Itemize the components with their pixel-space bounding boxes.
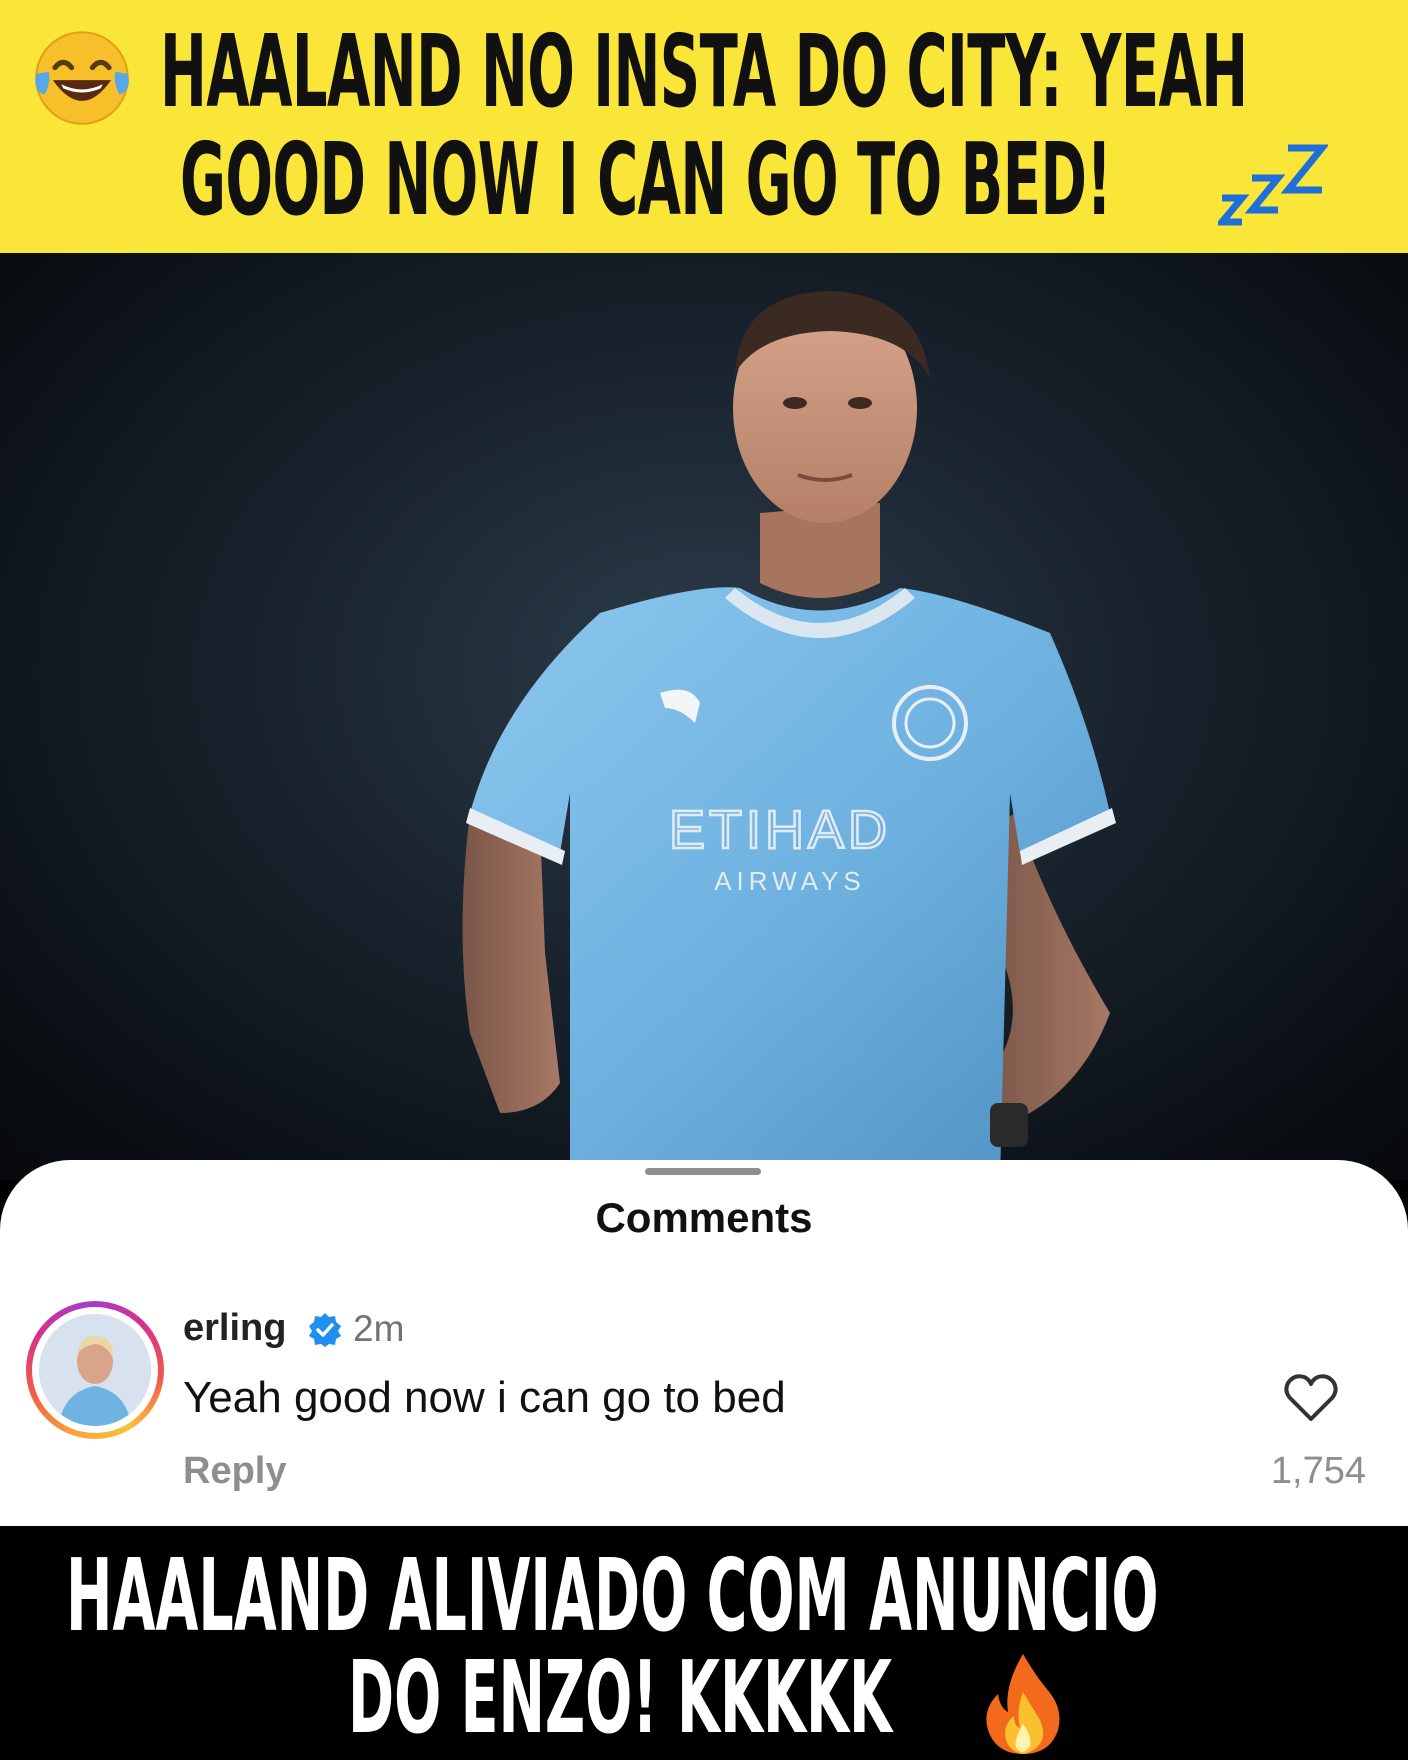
comment-text: Yeah good now i can go to bed (183, 1373, 786, 1422)
caption-line-1: HAALAND ALIVIADO COM ANUNCIO (66, 1537, 1159, 1654)
caption-line-2: DO ENZO! KKKKK (348, 1639, 893, 1756)
avatar (39, 1314, 151, 1426)
laughing-tears-emoji-icon (35, 31, 129, 125)
reply-button[interactable]: Reply (183, 1450, 286, 1493)
headline-line-1: HAALAND NO INSTA DO CITY: YEAH (160, 13, 1248, 130)
comments-sheet: Comments erling 2m Yeah good now i can g… (0, 1160, 1408, 1526)
player-illustration: ETIHAD AIRWAYS (462, 291, 1116, 1180)
like-count: 1,754 (1270, 1450, 1366, 1492)
shirt-sponsor-airways: AIRWAYS (714, 866, 866, 896)
player-photo: ETIHAD AIRWAYS (0, 253, 1408, 1180)
top-headline-banner: HAALAND NO INSTA DO CITY: YEAH GOOD NOW … (0, 0, 1408, 253)
shirt-sponsor-etihad: ETIHAD (669, 800, 891, 860)
headline-line-2: GOOD NOW I CAN GO TO BED! (180, 121, 1112, 238)
sheet-drag-handle[interactable] (645, 1168, 761, 1175)
zzz-sleep-icon (1218, 144, 1328, 226)
heart-like-icon[interactable] (1282, 1369, 1340, 1427)
comments-title: Comments (595, 1194, 813, 1241)
fire-emoji-icon (986, 1654, 1060, 1754)
bottom-caption-banner: HAALAND ALIVIADO COM ANUNCIO DO ENZO! KK… (0, 1526, 1408, 1760)
avatar-story-ring[interactable] (26, 1301, 164, 1439)
verified-badge-icon (309, 1313, 341, 1347)
comment-time: 2m (353, 1308, 405, 1349)
comment-username[interactable]: erling (183, 1307, 286, 1350)
avatar-player-image (39, 1314, 151, 1426)
